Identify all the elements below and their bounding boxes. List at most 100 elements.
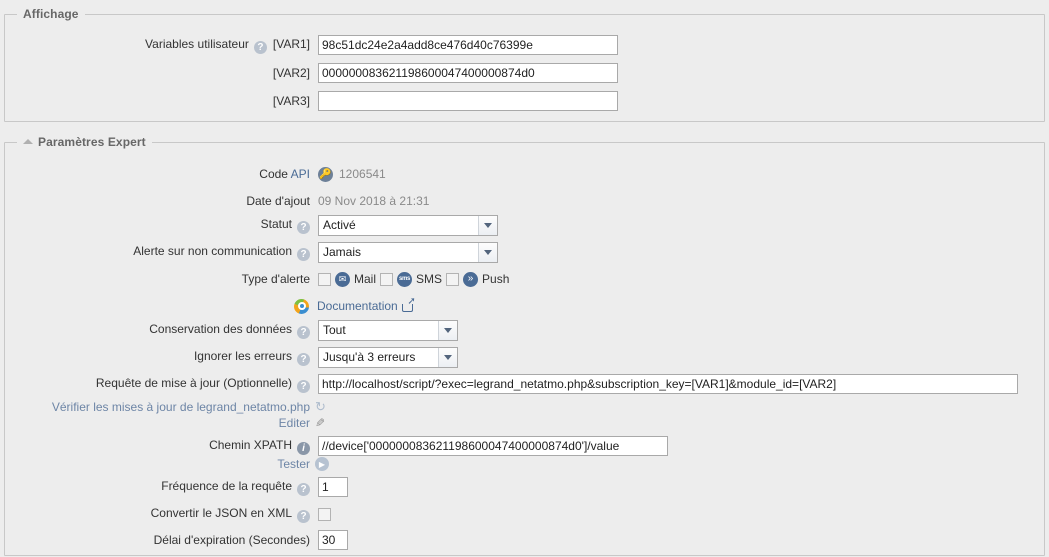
- ignore-errors-label: Ignorer les erreurs: [193, 348, 292, 363]
- alert-option-sms[interactable]: sms SMS: [380, 271, 443, 287]
- status-select-value: Activé: [323, 218, 356, 232]
- test-icon-group[interactable]: ▶: [310, 457, 329, 471]
- edit-row: Editer ✎: [0, 412, 325, 434]
- documentation-row: Documentation: [0, 295, 416, 317]
- date-added-label: Date d'ajout: [246, 194, 310, 208]
- edit-label-group[interactable]: Editer: [0, 416, 310, 430]
- no-comm-alert-row: Alerte sur non communication? Jamais: [0, 241, 498, 263]
- sms-label: SMS: [416, 272, 443, 286]
- json-to-xml-control: [318, 507, 331, 521]
- pencil-icon[interactable]: ✎: [315, 416, 325, 430]
- var3-label-group: [VAR3]: [0, 94, 310, 108]
- user-var3-row: [VAR3]: [0, 90, 618, 112]
- push-checkbox[interactable]: [446, 272, 460, 286]
- sms-checkbox[interactable]: [380, 272, 394, 286]
- frequency-row: Fréquence de la requête?: [0, 476, 348, 498]
- var1-control: [318, 35, 618, 55]
- test-row: Tester ▶: [0, 453, 329, 475]
- frequency-label: Fréquence de la requête: [161, 478, 292, 493]
- xpath-label: Chemin XPATH: [209, 437, 292, 452]
- xpath-control: [318, 436, 668, 456]
- data-retention-select-value: Tout: [323, 323, 346, 337]
- date-added-value-group: 09 Nov 2018 à 21:31: [318, 194, 429, 208]
- alert-type-row: Type d'alerte ✉ Mail sms SMS » Push: [0, 268, 513, 290]
- sms-icon: sms: [397, 271, 413, 287]
- json-to-xml-label-group: Convertir le JSON en XML?: [0, 506, 310, 523]
- var2-input[interactable]: [318, 63, 618, 83]
- status-control: Activé: [318, 214, 498, 236]
- test-label-group[interactable]: Tester: [0, 457, 310, 471]
- help-icon[interactable]: ?: [297, 509, 310, 523]
- help-icon[interactable]: ?: [297, 379, 310, 393]
- data-retention-label: Conservation des données: [149, 321, 292, 336]
- external-link-icon[interactable]: [401, 297, 416, 312]
- status-select[interactable]: Activé: [318, 214, 498, 236]
- date-added-row: Date d'ajout 09 Nov 2018 à 21:31: [0, 190, 429, 212]
- var2-control: [318, 63, 618, 83]
- documentation-group[interactable]: Documentation: [294, 297, 416, 314]
- frequency-label-group: Fréquence de la requête?: [0, 479, 310, 496]
- envelope-icon: ✉: [335, 271, 350, 287]
- data-retention-select[interactable]: Tout: [318, 319, 458, 341]
- xpath-input[interactable]: [318, 436, 668, 456]
- key-icon: 🔑: [318, 166, 333, 182]
- timeout-control: [318, 530, 348, 550]
- ignore-errors-label-group: Ignorer les erreurs?: [0, 349, 310, 366]
- chevron-down-icon[interactable]: [438, 347, 457, 367]
- no-comm-alert-label: Alerte sur non communication: [133, 243, 292, 258]
- play-icon[interactable]: ▶: [315, 457, 329, 471]
- push-label: Push: [482, 272, 510, 286]
- help-icon[interactable]: ?: [253, 40, 267, 54]
- status-label-group: Statut?: [0, 217, 310, 234]
- update-request-control: [318, 374, 1018, 394]
- no-comm-alert-select[interactable]: Jamais: [318, 241, 498, 263]
- display-panel-legend: Affichage: [17, 7, 85, 21]
- no-comm-alert-label-group: Alerte sur non communication?: [0, 244, 310, 261]
- help-icon[interactable]: ?: [297, 352, 310, 366]
- update-request-input[interactable]: [318, 374, 1018, 394]
- help-icon[interactable]: ?: [297, 482, 310, 496]
- display-panel-legend-text: Affichage: [23, 7, 79, 21]
- no-comm-alert-select-value: Jamais: [323, 245, 362, 259]
- alert-option-push[interactable]: » Push: [446, 271, 510, 287]
- update-request-label-group: Requête de mise à jour (Optionnelle)?: [0, 376, 310, 393]
- collapse-triangle-icon[interactable]: [23, 139, 33, 145]
- update-request-row: Requête de mise à jour (Optionnelle)?: [0, 373, 1018, 395]
- chevron-down-icon[interactable]: [478, 242, 497, 262]
- push-icon: »: [463, 271, 479, 287]
- var3-control: [318, 91, 618, 111]
- chevron-down-icon[interactable]: [438, 320, 457, 340]
- edit-icon-group[interactable]: ✎: [310, 416, 325, 430]
- api-code-label-prefix: Code: [259, 167, 291, 181]
- no-comm-alert-control: Jamais: [318, 241, 498, 263]
- var1-input[interactable]: [318, 35, 618, 55]
- mail-checkbox[interactable]: [318, 272, 331, 286]
- timeout-input[interactable]: [318, 530, 348, 550]
- frequency-input[interactable]: [318, 477, 348, 497]
- test-link[interactable]: Tester: [277, 457, 310, 471]
- ignore-errors-select-value: Jusqu'à 3 erreurs: [323, 350, 416, 364]
- documentation-link[interactable]: Documentation: [317, 299, 398, 313]
- var3-tag: [VAR3]: [272, 94, 310, 108]
- api-link[interactable]: API: [291, 167, 310, 181]
- chevron-down-icon[interactable]: [478, 215, 497, 235]
- status-label: Statut: [260, 216, 292, 231]
- var1-tag: [VAR1]: [272, 36, 310, 51]
- alert-type-label: Type d'alerte: [241, 272, 310, 286]
- var3-input[interactable]: [318, 91, 618, 111]
- mail-label: Mail: [354, 272, 377, 286]
- help-icon[interactable]: ?: [297, 325, 310, 339]
- help-icon[interactable]: ?: [297, 220, 310, 234]
- help-icon[interactable]: ?: [297, 247, 310, 261]
- status-row: Statut? Activé: [0, 214, 498, 236]
- api-code-value-group: 🔑 1206541: [318, 166, 386, 182]
- api-code-label-group: Code API: [0, 167, 310, 181]
- edit-link[interactable]: Editer: [279, 416, 310, 430]
- alert-option-mail[interactable]: ✉ Mail: [318, 271, 377, 287]
- date-added-value: 09 Nov 2018 à 21:31: [318, 194, 430, 208]
- ignore-errors-select[interactable]: Jusqu'à 3 erreurs: [318, 346, 458, 368]
- json-to-xml-checkbox[interactable]: [318, 507, 331, 521]
- var2-tag: [VAR2]: [272, 66, 310, 80]
- expert-panel-legend[interactable]: Paramètres Expert: [17, 135, 152, 149]
- data-retention-row: Conservation des données? Tout: [0, 319, 458, 341]
